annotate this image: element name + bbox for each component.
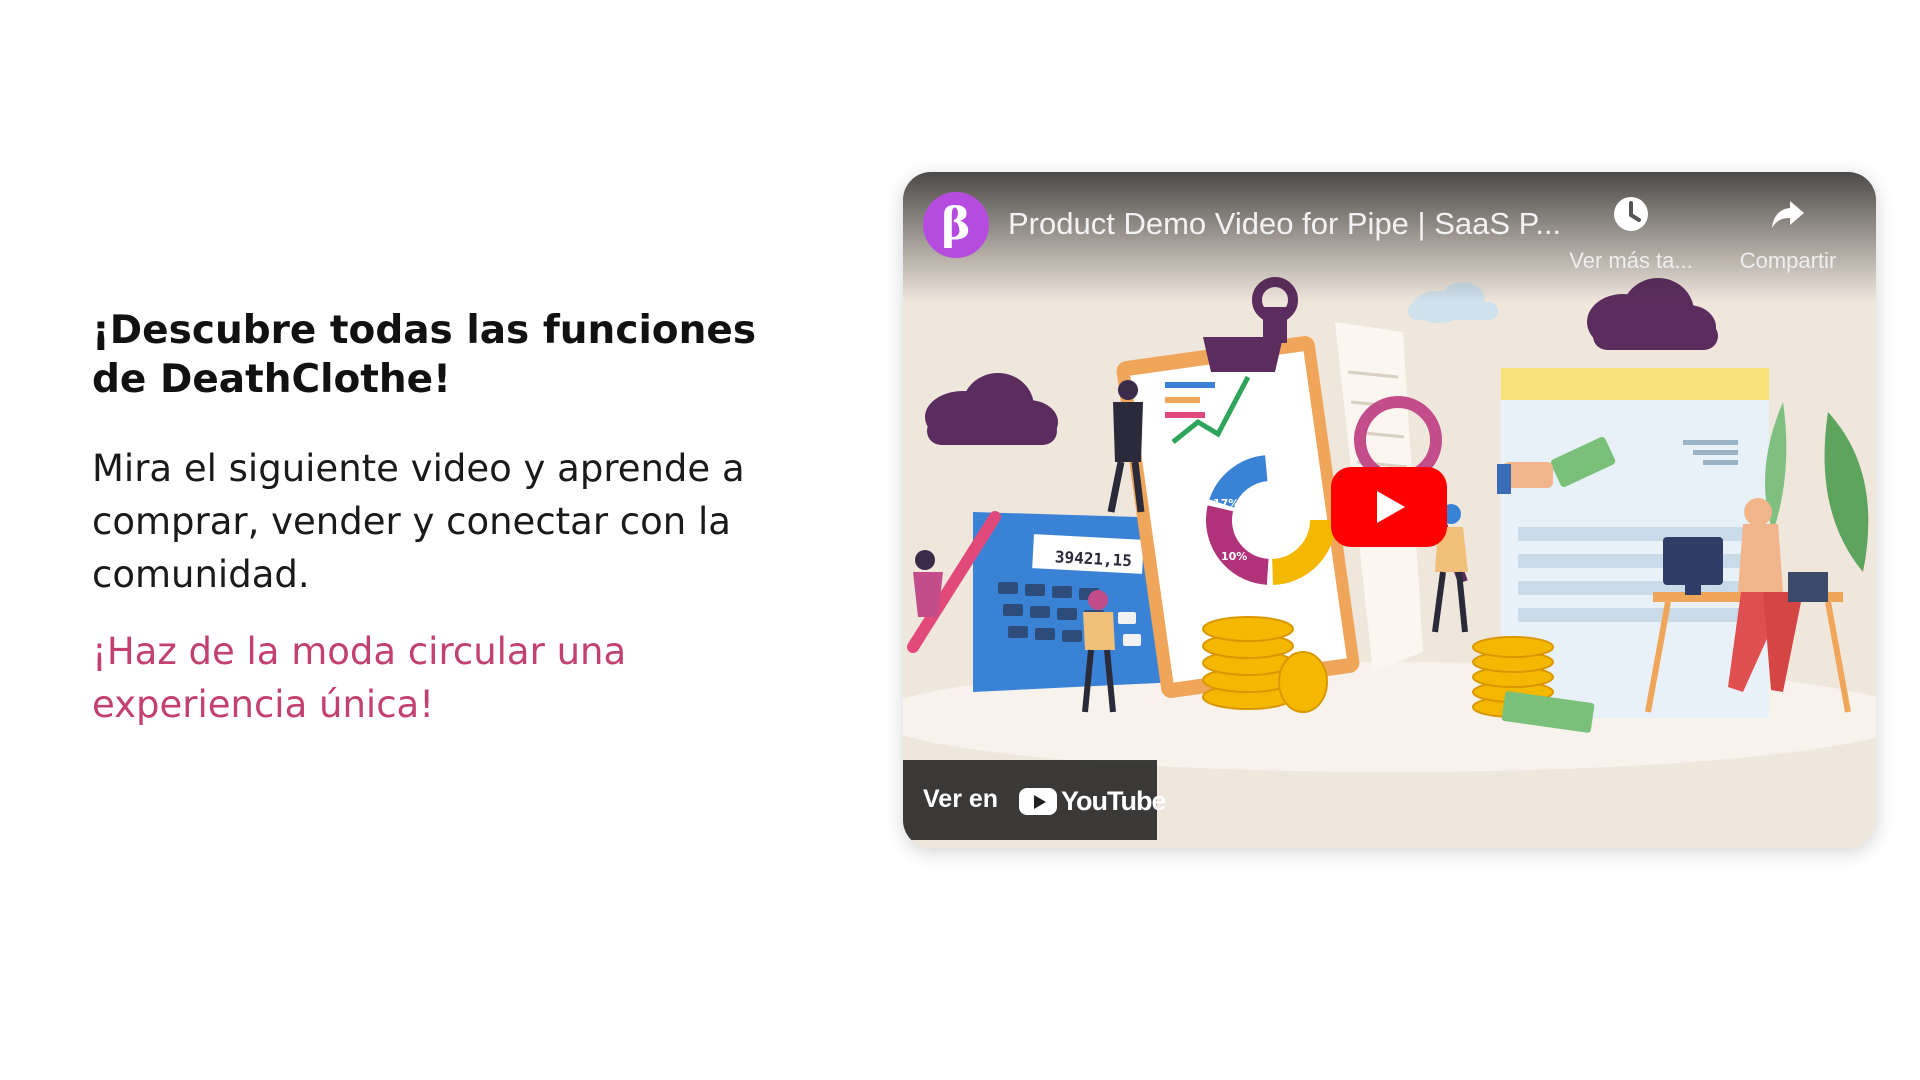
- video-title-link[interactable]: Product Demo Video for Pipe | SaaS P...: [1008, 206, 1561, 242]
- youtube-logo-icon: YouTube: [1019, 786, 1166, 817]
- share-arrow-icon: [1772, 201, 1804, 228]
- play-icon: [1377, 491, 1405, 523]
- thumbnail-pct-c: 10%: [1221, 550, 1247, 563]
- thumbnail-pct-a: 25%: [1278, 460, 1304, 473]
- share-button[interactable]: Compartir: [1713, 192, 1863, 274]
- section-heading: ¡Descubre todas las funciones de DeathCl…: [92, 306, 852, 404]
- heading-line-1: ¡Descubre todas las funciones: [92, 308, 757, 353]
- channel-avatar[interactable]: β: [923, 192, 989, 258]
- youtube-play-mark-icon: [1019, 788, 1057, 815]
- promo-text-section: ¡Descubre todas las funciones de DeathCl…: [92, 306, 852, 731]
- tagline-text: ¡Haz de la moda circular una experiencia…: [92, 630, 627, 726]
- watch-on-youtube-button[interactable]: Ver en YouTube: [903, 760, 1166, 840]
- watch-later-button[interactable]: Ver más ta...: [1556, 192, 1706, 274]
- heading-line-2: de DeathClothe!: [92, 357, 451, 402]
- watch-later-label: Ver más ta...: [1569, 248, 1693, 273]
- clock-icon: [1614, 197, 1648, 231]
- youtube-video-embed[interactable]: 39421,15 25% 17% 10% β Product Demo Vide…: [903, 172, 1876, 848]
- thumbnail-number: 39421,15: [1054, 547, 1132, 570]
- play-button[interactable]: [1331, 467, 1447, 547]
- thumbnail-pct-b: 17%: [1213, 497, 1239, 510]
- youtube-wordmark: YouTube: [1061, 786, 1166, 816]
- watch-on-label: Ver en: [923, 785, 999, 813]
- share-label: Compartir: [1739, 248, 1837, 273]
- description-text: Mira el siguiente video y aprende a comp…: [92, 447, 745, 596]
